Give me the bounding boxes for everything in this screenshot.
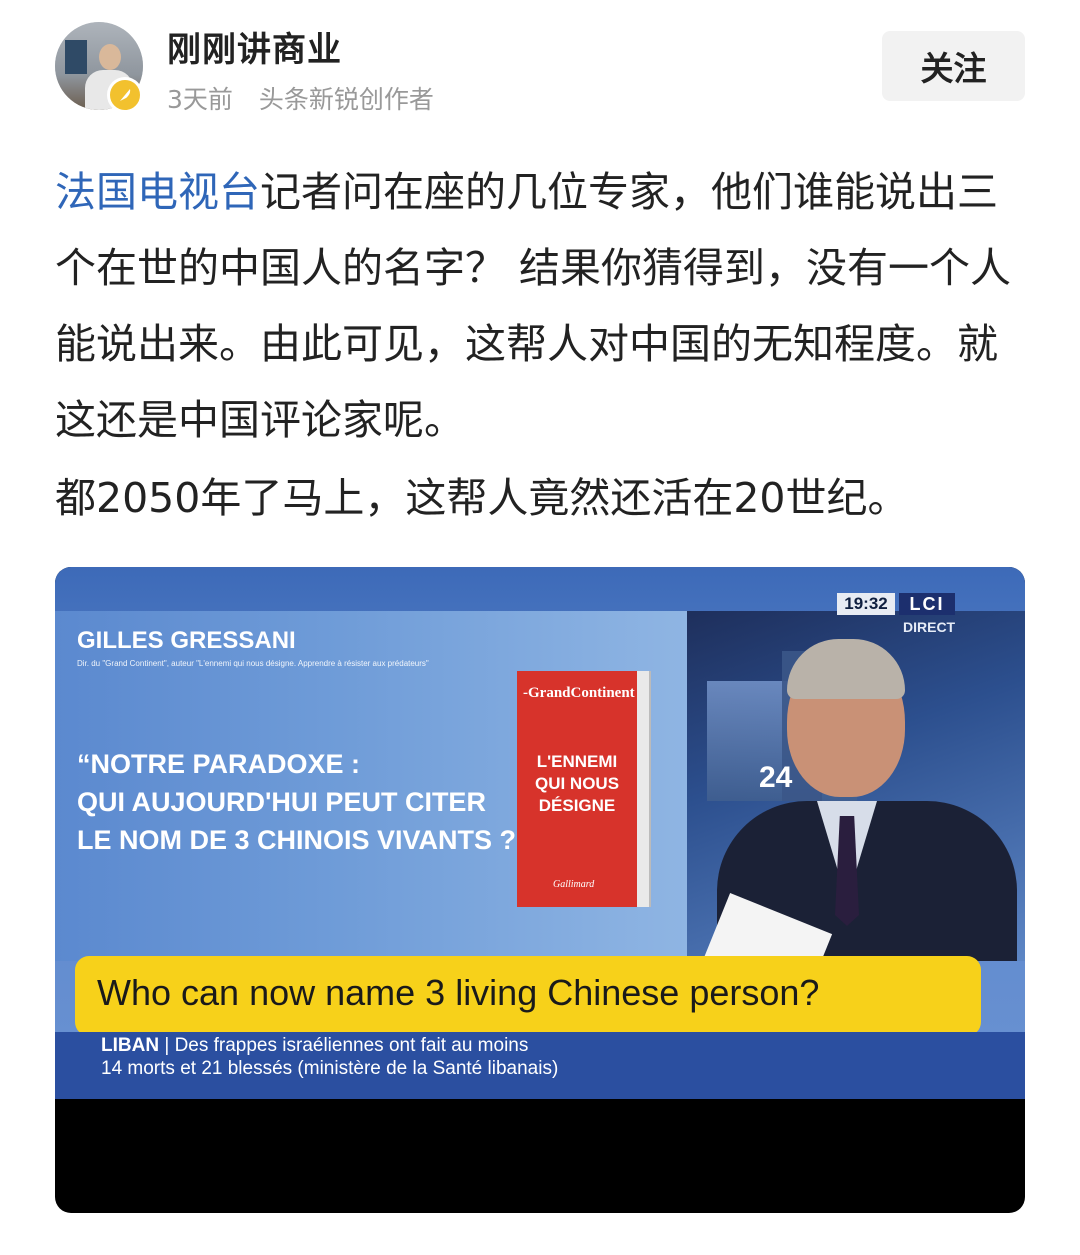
subtitle-text: Who can now name 3 living Chinese person…	[97, 972, 820, 1013]
broadcast-clock: 19:32	[837, 593, 895, 615]
book-title-line-1: L'ENNEMI	[536, 752, 618, 771]
news-ticker: LIBAN | Des frappes israéliennes ont fai…	[55, 1032, 1025, 1099]
ticker-tag: LIBAN	[101, 1035, 160, 1056]
book-cover: -GrandContinent L'ENNEMI QUI NOUS DÉSIGN…	[517, 671, 637, 907]
video-player[interactable]: 24 19:32 LCI DIRECT GILLES GRESSANI Dir.…	[55, 567, 1025, 1213]
avatar-poster	[65, 40, 87, 74]
studio-shot: 24	[687, 611, 1025, 961]
book-brand: -GrandContinent	[523, 685, 635, 701]
live-label: DIRECT	[903, 619, 956, 635]
post-time: 3天前	[167, 85, 233, 114]
quote-line-3: LE NOM DE 3 CHINOIS VIVANTS ?”	[77, 825, 530, 855]
post-body: 法国电视台记者问在座的几位专家，他们谁能说出三个在世的中国人的名字？ 结果你猜得…	[55, 154, 1035, 536]
video-frame: 24 19:32 LCI DIRECT GILLES GRESSANI Dir.…	[55, 567, 1025, 1099]
avatar-face	[99, 44, 121, 70]
author-name[interactable]: 刚刚讲商业	[167, 22, 342, 71]
creator-badge-icon	[107, 77, 143, 113]
subtitle-banner: Who can now name 3 living Chinese person…	[75, 956, 981, 1036]
follow-button[interactable]: 关注	[882, 31, 1025, 101]
book-title-line-2: QUI NOUS	[534, 774, 620, 793]
post-meta: 3天前 头条新锐创作者	[167, 80, 452, 116]
quote-line-1: “NOTRE PARADOXE :	[77, 749, 361, 779]
post-paragraph-1: 法国电视台记者问在座的几位专家，他们谁能说出三个在世的中国人的名字？ 结果你猜得…	[55, 154, 1035, 458]
post-topic-link[interactable]: 法国电视台	[55, 168, 260, 216]
guest-subtitle: Dir. du "Grand Continent", auteur "L'enn…	[77, 659, 429, 668]
book-title-line-3: DÉSIGNE	[538, 796, 616, 815]
feather-icon	[120, 89, 131, 101]
book-publisher: Gallimard	[553, 879, 595, 890]
ticker-line-2: 14 morts et 21 blessés (ministère de la …	[101, 1058, 559, 1079]
author-tag: 头条新锐创作者	[258, 85, 434, 114]
post-paragraph-2: 都2050年了马上，这帮人竟然还活在20世纪。	[55, 474, 909, 522]
guest-name: GILLES GRESSANI	[77, 627, 296, 654]
presenter-hair	[787, 639, 905, 699]
channel-logo: LCI	[899, 593, 955, 615]
quote-line-2: QUI AUJOURD'HUI PEUT CITER	[77, 787, 486, 817]
ticker-text: LIBAN | Des frappes israéliennes ont fai…	[101, 1035, 559, 1079]
guest-quote: “NOTRE PARADOXE : QUI AUJOURD'HUI PEUT C…	[77, 745, 547, 859]
studio-screen-sign: 24	[759, 761, 793, 794]
ticker-line-1: Des frappes israéliennes ont fait au moi…	[174, 1035, 529, 1056]
book-title: L'ENNEMI QUI NOUS DÉSIGNE	[525, 751, 629, 817]
